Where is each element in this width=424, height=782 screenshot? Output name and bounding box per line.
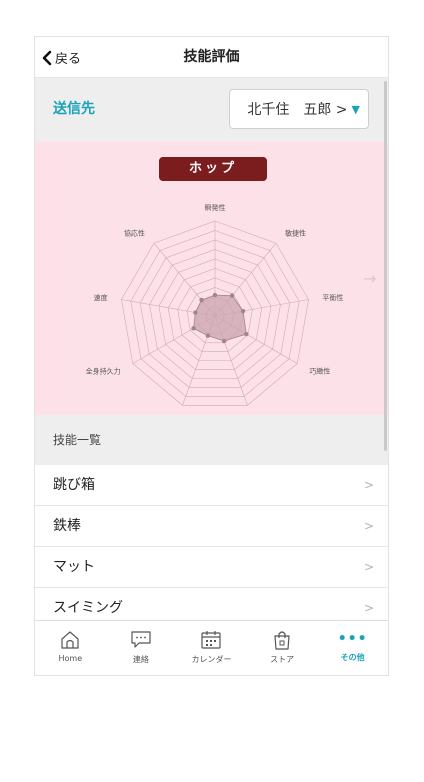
recipient-label: 送信先 [53, 101, 95, 117]
tab-label: 連絡 [132, 655, 149, 664]
tab-store[interactable]: ストア [247, 621, 318, 675]
tab-label: その他 [340, 653, 365, 662]
tab-messages[interactable]: 連絡 [106, 621, 177, 675]
radar-chart: 瞬発性敏捷性平衡性巧緻性柔軟性筋持久力全身持久力速度協応性 [86, 203, 344, 415]
skills-list: 跳び箱 > 鉄棒 > マット > スイミング > [35, 465, 388, 629]
tab-label: カレンダー [191, 655, 232, 664]
radar-axis-label: 全身持久力 [86, 367, 121, 376]
chat-icon [130, 630, 152, 650]
arrow-right-icon[interactable]: → [363, 269, 376, 288]
tab-more[interactable]: ••• その他 [317, 621, 388, 675]
radar-data-point [191, 326, 196, 331]
back-button[interactable]: 戻る [41, 37, 81, 78]
calendar-icon [200, 630, 222, 650]
tab-label: Home [58, 654, 83, 663]
recipient-select[interactable]: 北千住 五郎 > ▼ [229, 89, 369, 129]
more-icon: ••• [337, 631, 368, 647]
radar-data-point [244, 331, 249, 337]
radar-data-point [193, 310, 198, 315]
back-label: 戻る [55, 52, 82, 67]
skill-label: マット [53, 559, 95, 575]
recipient-value: 北千住 五郎 > [247, 102, 348, 118]
radar-chart-area: 瞬発性敏捷性平衡性巧緻性柔軟性筋持久力全身持久力速度協応性 ホップ → [35, 141, 388, 415]
recipient-row: 送信先 北千住 五郎 > ▼ [35, 78, 388, 141]
tab-bar: Home 連絡 カレンダー ストア ••• その他 [35, 620, 388, 675]
store-icon [271, 630, 293, 650]
chevron-left-icon [41, 50, 53, 66]
radar-axis-label: 速度 [94, 293, 108, 302]
chevron-right-icon: > [363, 519, 374, 533]
radar-data-point [229, 293, 235, 298]
radar-data-point [221, 338, 227, 344]
tab-label: ストア [270, 655, 295, 664]
home-icon [59, 630, 81, 650]
skills-header-label: 技能一覧 [53, 433, 102, 447]
skill-item[interactable]: 鉄棒 > [35, 506, 388, 547]
skill-label: 鉄棒 [53, 518, 81, 534]
header-bar: 戻る 技能評価 [35, 37, 388, 78]
chevron-right-icon: > [363, 478, 374, 492]
radar-axis-label: 協応性 [124, 229, 145, 238]
tab-home[interactable]: Home [35, 621, 106, 675]
radar-data-point [205, 333, 211, 338]
phone-screen: 戻る 技能評価 送信先 北千住 五郎 > ▼ 瞬発性敏捷性平衡性巧緻性柔軟性筋持… [34, 36, 389, 676]
radar-axis-label: 平衡性 [322, 293, 343, 302]
radar-axis-label: 巧緻性 [309, 367, 330, 376]
radar-axis-label: 敏捷性 [285, 229, 306, 238]
skill-item[interactable]: 跳び箱 > [35, 465, 388, 506]
caret-down-icon: ▼ [351, 102, 360, 116]
skill-item[interactable]: マット > [35, 547, 388, 588]
chevron-right-icon: > [363, 560, 374, 574]
scrollbar[interactable] [384, 81, 387, 451]
radar-axis-label: 瞬発性 [205, 203, 226, 212]
radar-data-point [212, 292, 218, 298]
level-badge: ホップ [159, 157, 267, 181]
skills-section-header: 技能一覧 [35, 415, 388, 465]
page-title: 技能評価 [183, 49, 240, 65]
radar-data-point [199, 297, 204, 303]
skill-label: 跳び箱 [53, 477, 95, 493]
radar-data-point [240, 308, 246, 314]
tab-calendar[interactable]: カレンダー [176, 621, 247, 675]
